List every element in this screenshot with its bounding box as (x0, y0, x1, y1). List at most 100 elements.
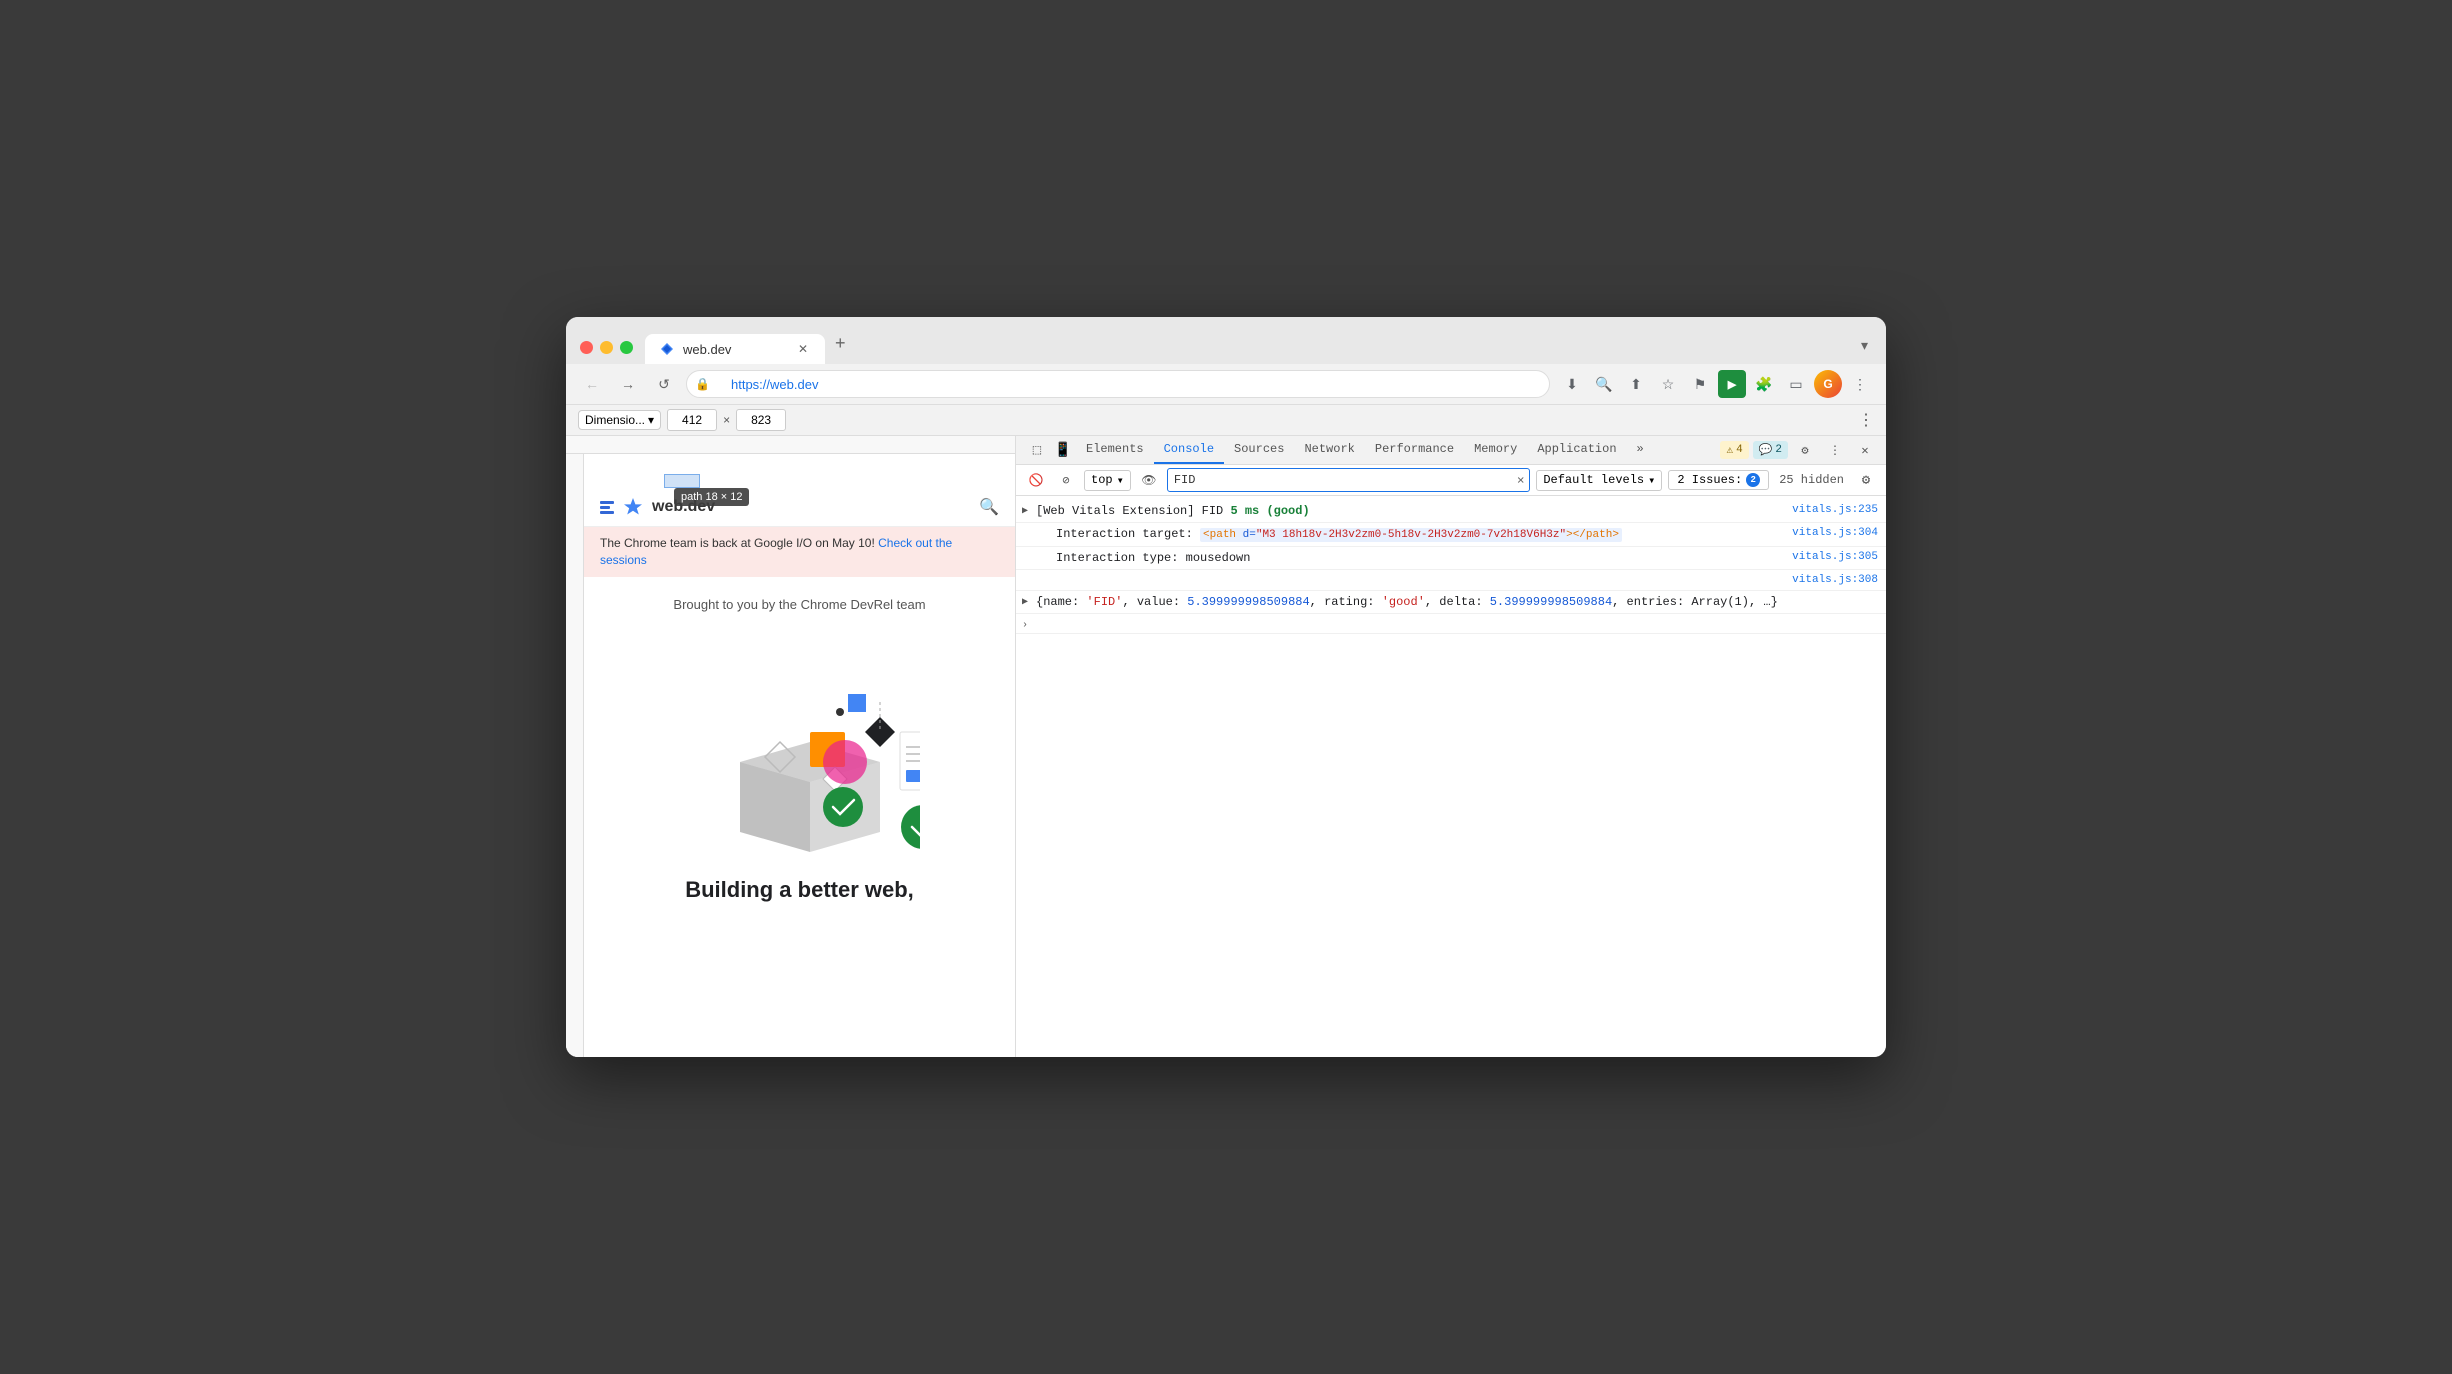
frame-dropdown-icon: ▾ (1117, 473, 1124, 488)
clear-console-icon[interactable]: 🚫 (1024, 468, 1048, 492)
input-arrow: › (1022, 618, 1028, 633)
warn-badge[interactable]: ⚠ 4 (1720, 441, 1748, 459)
device-dropdown-icon: ▾ (648, 413, 654, 427)
devtools-close-icon[interactable]: ✕ (1852, 437, 1878, 463)
console-filter-icon[interactable]: ⊘ (1054, 468, 1078, 492)
tab-favicon (659, 341, 675, 357)
tab-sources[interactable]: Sources (1224, 436, 1294, 464)
hamburger-icon[interactable] (600, 501, 614, 514)
toolbar-icons: ⬇ 🔍 ⬆ ☆ ⚑ ▶ 🧩 ▭ G ⋮ (1558, 370, 1874, 398)
address-input[interactable]: 🔒 https://web.dev (686, 370, 1550, 398)
active-tab[interactable]: web.dev ✕ (645, 334, 825, 364)
flag-icon[interactable]: ⚑ (1686, 370, 1714, 398)
webdev-heading: Building a better web, (600, 877, 999, 903)
console-msg-5: {name: 'FID', value: 5.399999998509884, … (1036, 593, 1878, 611)
share-icon[interactable]: ⬆ (1622, 370, 1650, 398)
close-button[interactable] (580, 341, 593, 354)
forward-button[interactable]: → (614, 370, 642, 398)
tab-bar: web.dev ✕ + ▾ (645, 327, 1872, 364)
inspect-element-icon[interactable]: ⬚ (1024, 437, 1050, 463)
console-entry-5: ▶ {name: 'FID', value: 5.399999998509884… (1016, 591, 1886, 614)
sidebar-icon[interactable]: ▭ (1782, 370, 1810, 398)
tab-dropdown-arrow[interactable]: ▾ (1861, 337, 1872, 364)
bookmark-icon[interactable]: ☆ (1654, 370, 1682, 398)
info-badge[interactable]: 💬 2 (1753, 441, 1788, 459)
devtools-mode-more[interactable]: ⋮ (1858, 410, 1874, 430)
tab-performance[interactable]: Performance (1365, 436, 1464, 464)
profile-avatar[interactable]: G (1814, 370, 1842, 398)
device-label: Dimensio... (585, 413, 645, 427)
info-count: 2 (1775, 444, 1782, 456)
tab-close-button[interactable]: ✕ (795, 341, 811, 357)
main-area: path 18 × 12 web.dev (566, 436, 1886, 1057)
issues-label: 2 Issues: (1677, 473, 1742, 487)
tab-console[interactable]: Console (1154, 436, 1224, 464)
fullscreen-button[interactable] (620, 341, 633, 354)
source-link-3[interactable]: vitals.js:305 (1792, 549, 1878, 566)
log-levels-selector[interactable]: Default levels ▾ (1536, 470, 1662, 491)
minimize-button[interactable] (600, 341, 613, 354)
console-toolbar: 🚫 ⊘ top ▾ 👁 FID ✕ Default levels ▾ (1016, 465, 1886, 496)
download-icon[interactable]: ⬇ (1558, 370, 1586, 398)
webdev-header: web.dev 🔍 (584, 482, 1015, 527)
issues-count-badge: 2 (1746, 473, 1760, 487)
extension-icon[interactable]: ▶ (1718, 370, 1746, 398)
address-bar: ← → ↺ 🔒 https://web.dev ⬇ 🔍 ⬆ ☆ ⚑ ▶ 🧩 ▭ … (566, 364, 1886, 405)
reload-button[interactable]: ↺ (650, 370, 678, 398)
filter-text: FID (1174, 473, 1196, 487)
console-filter-input[interactable]: FID (1167, 468, 1530, 492)
issues-counter[interactable]: 2 Issues: 2 (1668, 470, 1769, 490)
info-icon: 💬 (1759, 443, 1773, 457)
back-button[interactable]: ← (578, 370, 606, 398)
url-text: https://web.dev (731, 377, 818, 392)
puzzle-icon[interactable]: 🧩 (1750, 370, 1778, 398)
filter-clear-button[interactable]: ✕ (1517, 473, 1524, 488)
viewport: path 18 × 12 web.dev (566, 436, 1016, 1057)
element-tag: <path d="M3 18h18v-2H3v2zm0-5h18v-2H3v2z… (1200, 528, 1622, 542)
console-entry-4: vitals.js:308 (1016, 570, 1886, 592)
eye-icon[interactable]: 👁 (1137, 468, 1161, 492)
devtools-mode-bar: Dimensio... ▾ × ⋮ (566, 405, 1886, 436)
tab-application[interactable]: Application (1527, 436, 1626, 464)
banner-text: The Chrome team is back at Google I/O on… (600, 536, 878, 550)
console-entry-1: ▶ [Web Vitals Extension] FID 5 ms (good)… (1016, 500, 1886, 523)
levels-label: Default levels (1543, 473, 1644, 487)
devtools-more-icon[interactable]: ⋮ (1822, 437, 1848, 463)
console-msg-1: [Web Vitals Extension] FID 5 ms (good) (1036, 502, 1784, 520)
height-input[interactable] (736, 409, 786, 431)
new-tab-button[interactable]: + (825, 327, 856, 364)
devtools-settings-icon[interactable]: ⚙ (1792, 437, 1818, 463)
console-settings-icon[interactable]: ⚙ (1854, 468, 1878, 492)
lock-icon: 🔒 (695, 377, 710, 391)
warn-count: 4 (1736, 444, 1743, 456)
devtools-header-icons: ⚠ 4 💬 2 ⚙ ⋮ ✕ (1720, 437, 1878, 463)
webdev-search-button[interactable]: 🔍 (979, 497, 999, 517)
menu-icon[interactable]: ⋮ (1846, 370, 1874, 398)
webdev-subtitle: Brought to you by the Chrome DevRel team (600, 597, 999, 612)
zoom-icon[interactable]: 🔍 (1590, 370, 1618, 398)
ruler-horizontal (566, 436, 1015, 454)
promo-banner: The Chrome team is back at Google I/O on… (584, 527, 1015, 577)
tab-title: web.dev (683, 342, 787, 357)
tab-more[interactable]: » (1627, 436, 1654, 464)
warn-icon: ⚠ (1726, 443, 1733, 457)
viewport-content-wrapper: path 18 × 12 web.dev (566, 454, 1015, 1057)
source-link-4[interactable]: vitals.js:308 (1792, 572, 1878, 589)
browser-window: web.dev ✕ + ▾ ← → ↺ 🔒 https://web.dev ⬇ … (566, 317, 1886, 1057)
toggle-1[interactable]: ▶ (1022, 504, 1028, 519)
title-bar: web.dev ✕ + ▾ (566, 317, 1886, 364)
source-link-1[interactable]: vitals.js:235 (1792, 502, 1878, 519)
viewport-content: path 18 × 12 web.dev (584, 454, 1015, 1057)
tab-memory[interactable]: Memory (1464, 436, 1527, 464)
width-input[interactable] (667, 409, 717, 431)
tab-network[interactable]: Network (1294, 436, 1364, 464)
console-msg-2: Interaction target: <path d="M3 18h18v-2… (1056, 525, 1784, 544)
tab-elements[interactable]: Elements (1076, 436, 1154, 464)
frame-selector[interactable]: top ▾ (1084, 470, 1131, 491)
toggle-5[interactable]: ▶ (1022, 595, 1028, 610)
source-link-2[interactable]: vitals.js:304 (1792, 525, 1878, 542)
device-selector[interactable]: Dimensio... ▾ (578, 410, 661, 430)
device-mode-icon[interactable]: 📱 (1050, 437, 1076, 463)
console-content: ▶ [Web Vitals Extension] FID 5 ms (good)… (1016, 496, 1886, 1057)
console-input-row: › (1016, 614, 1886, 634)
